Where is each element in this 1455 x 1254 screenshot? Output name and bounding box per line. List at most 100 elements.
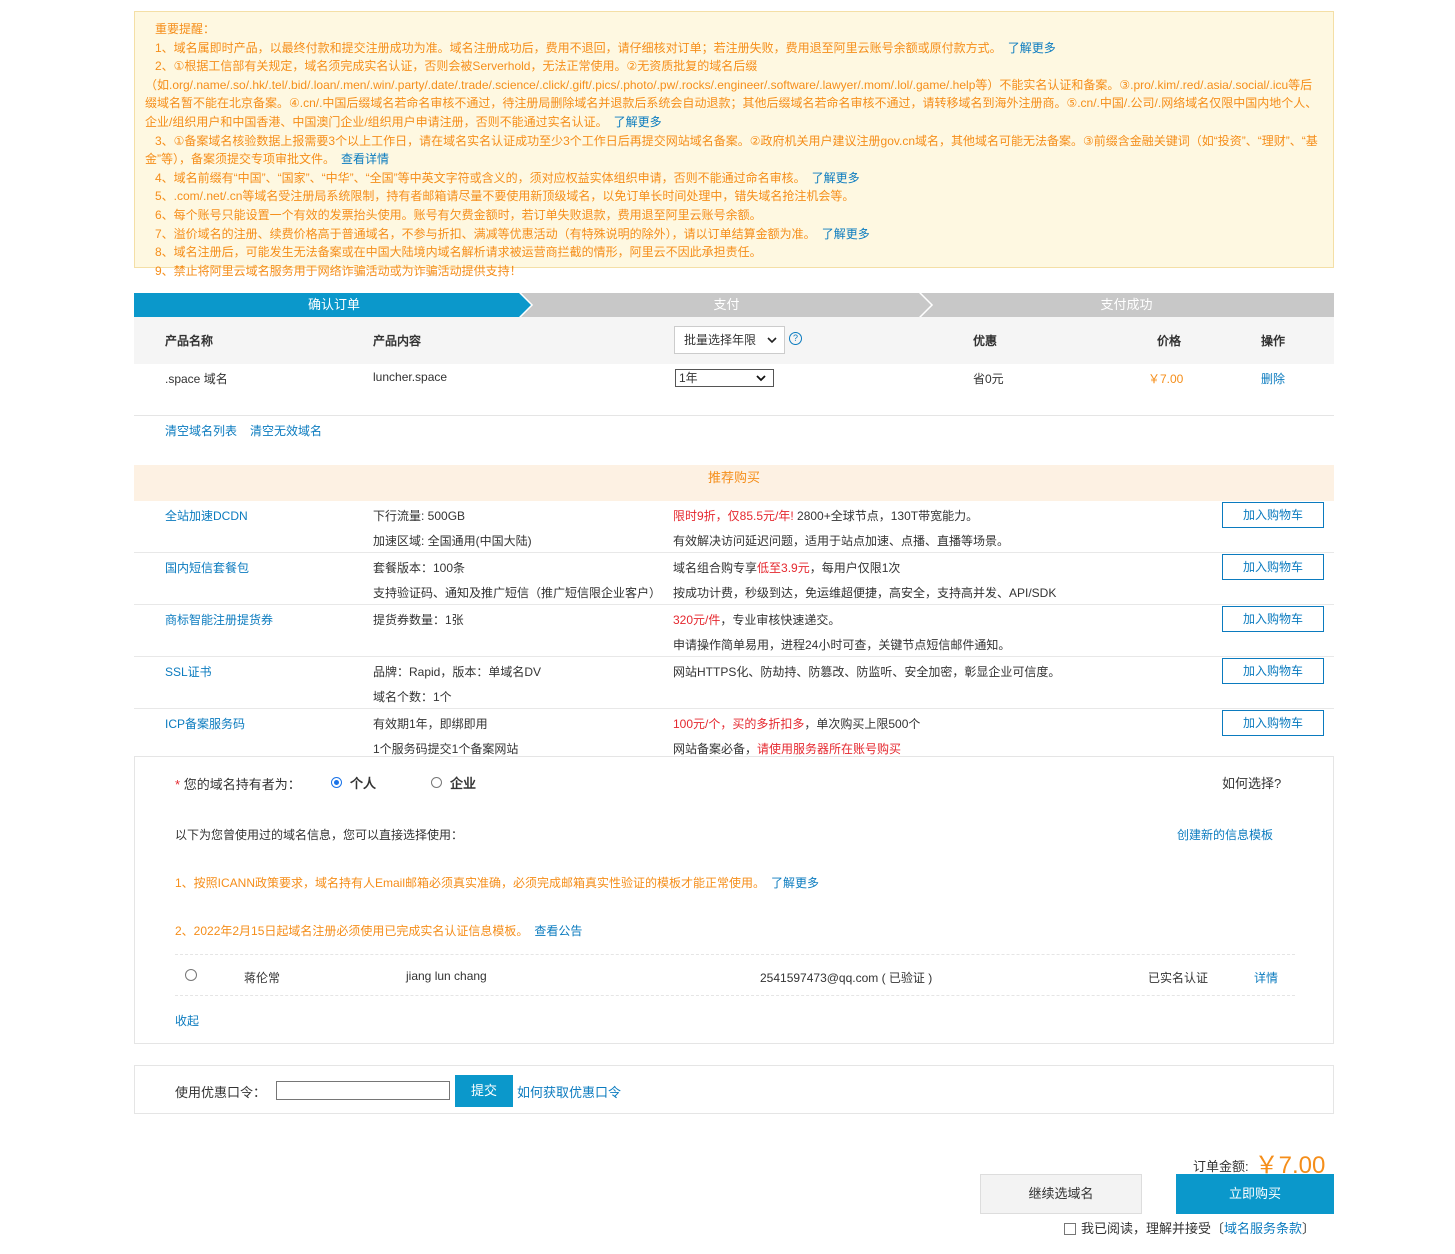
step-confirm-order: 确认订单: [134, 293, 534, 317]
view-details-link[interactable]: 查看详情: [341, 152, 389, 166]
help-icon[interactable]: ?: [789, 332, 802, 345]
notice-item: 7、溢价域名的注册、续费价格高于普通域名，不参与折扣、满减等优惠活动（有特殊说明…: [155, 226, 870, 241]
order-table: 产品名称 产品内容 批量选择年限 ? 优惠 价格 操作 .space 域名 lu…: [134, 317, 1334, 464]
recommend-desc: 按成功计费，秒级到达，免运维超便捷，高安全，支持高并发、API/SDK: [673, 586, 1057, 600]
collapse-link[interactable]: 收起: [175, 1012, 199, 1029]
recommend-title: 推荐购买: [134, 465, 1334, 501]
agree-checkbox[interactable]: [1064, 1223, 1076, 1235]
price-value: ￥7.00: [1148, 372, 1184, 386]
domain-holder-section: * 您的域名持有者为： 个人 企业 如何选择? 以下为您曾使用过的域名信息，您可…: [134, 756, 1334, 1044]
order-table-header: 产品名称 产品内容 批量选择年限 ? 优惠 价格 操作: [134, 317, 1334, 364]
notice-item: 6、每个账号只能设置一个有效的发票抬头使用。账号有欠费金额时，若订单失败退款，费…: [155, 207, 762, 222]
used-info-text: 以下为您曾使用过的域名信息，您可以直接选择使用：: [175, 828, 464, 842]
learn-more-link[interactable]: 了解更多: [771, 876, 819, 890]
header-action: 操作: [1261, 334, 1286, 348]
terms-link[interactable]: 域名服务条款: [1224, 1221, 1302, 1236]
recommend-desc: 申请操作简单易用，进程24小时可查，关键节点短信邮件通知。: [673, 638, 1011, 652]
batch-years-select[interactable]: 批量选择年限: [674, 326, 785, 354]
continue-select-button[interactable]: 继续选域名: [980, 1174, 1142, 1214]
recommend-product-name[interactable]: 国内短信套餐包: [165, 559, 249, 576]
notice-item: 5、.com/.net/.cn等域名受注册局系统限制，持有者邮箱请尽量不要使用新…: [155, 189, 855, 204]
add-to-cart-button[interactable]: 加入购物车: [1222, 554, 1324, 580]
total-label: 订单金额:: [1193, 1159, 1249, 1174]
learn-more-link[interactable]: 了解更多: [812, 171, 860, 185]
product-name: .space 域名: [165, 372, 228, 386]
header-product-name: 产品名称: [165, 334, 214, 348]
recommend-row: 国内短信套餐包 套餐版本：100条 支持验证码、通知及推广短信（推广短信限企业客…: [134, 553, 1334, 605]
template-radio[interactable]: [185, 969, 197, 981]
create-template-link[interactable]: 创建新的信息模板: [1177, 826, 1273, 843]
template-name: 蒋伦常: [244, 971, 281, 985]
recommend-desc: 320元/件，专业审核快速递交。: [673, 613, 841, 627]
clear-list-link[interactable]: 清空域名列表: [165, 422, 237, 439]
clear-invalid-link[interactable]: 清空无效域名: [250, 422, 322, 439]
coupon-label: 使用优惠口令：: [175, 1085, 267, 1100]
header-price: 价格: [1157, 334, 1182, 348]
recommend-product-name[interactable]: 商标智能注册提货券: [165, 611, 273, 628]
add-to-cart-button[interactable]: 加入购物车: [1222, 658, 1324, 684]
agreement: 我已阅读，理解并接受〔域名服务条款〕: [1064, 1218, 1315, 1237]
coupon-input[interactable]: [276, 1081, 450, 1100]
template-status: 已实名认证: [1148, 971, 1209, 985]
recommend-row: 商标智能注册提货券 提货券数量：1张 320元/件，专业审核快速递交。 申请操作…: [134, 605, 1334, 657]
add-to-cart-button[interactable]: 加入购物车: [1222, 710, 1324, 736]
recommend-product-name[interactable]: ICP备案服务码: [165, 715, 245, 732]
notice-item: 4、域名前缀有“中国”、“国家”、“中华”、“全国”等中英文字符或含义的，须对应…: [155, 170, 860, 185]
clear-actions: 清空域名列表 清空无效域名: [134, 416, 1334, 464]
recommend-desc: 网站备案必备，请使用服务器所在账号购买: [673, 742, 902, 756]
divider: [175, 995, 1295, 996]
recommend-spec: 加速区域: 全国通用(中国大陆): [373, 534, 532, 548]
product-content: luncher.space: [373, 370, 448, 384]
delete-link[interactable]: 删除: [1261, 370, 1285, 387]
notice-item: 8、域名注册后，可能发生无法备案或在中国大陆境内域名解析请求被运营商拦截的情形，…: [155, 245, 762, 260]
discount-value: 省0元: [973, 372, 1004, 386]
radio-company-label[interactable]: 企业: [450, 773, 476, 792]
years-select[interactable]: 1年: [675, 369, 774, 387]
step-pay-success: 支付成功: [919, 293, 1334, 317]
learn-more-link[interactable]: 了解更多: [1008, 41, 1056, 55]
recommend-spec: 有效期1年，即绑即用: [373, 717, 488, 731]
recommend-product-name[interactable]: SSL证书: [165, 663, 212, 680]
header-discount: 优惠: [973, 334, 998, 348]
radio-company[interactable]: [431, 777, 442, 788]
notice-item: 2、①根据工信部有关规定，域名须完成实名认证，否则会被Serverhold，无法…: [145, 59, 1318, 129]
template-email: 2541597473@qq.com ( 已验证 ): [760, 971, 933, 985]
recommend-desc: 域名组合购专享低至3.9元，每用户仅限1次: [673, 561, 901, 575]
recommend-spec: 品牌：Rapid，版本：单域名DV: [373, 665, 542, 679]
notice-item: 1、域名属即时产品，以最终付款和提交注册成功为准。域名注册成功后，费用不退回，请…: [155, 40, 1056, 55]
how-to-choose-link[interactable]: 如何选择?: [1222, 773, 1281, 792]
coupon-submit-button[interactable]: 提交: [455, 1075, 513, 1107]
recommend-spec: 套餐版本：100条: [373, 561, 466, 575]
add-to-cart-button[interactable]: 加入购物车: [1222, 606, 1324, 632]
recommend-desc: 100元/个，买的多折扣多，单次购买上限500个: [673, 717, 921, 731]
recommend-product-name[interactable]: 全站加速DCDN: [165, 507, 248, 524]
buy-now-button[interactable]: 立即购买: [1176, 1174, 1334, 1214]
header-product-content: 产品内容: [373, 334, 422, 348]
holder-label: * 您的域名持有者为：: [175, 777, 301, 792]
recommend-spec: 1个服务码提交1个备案网站: [373, 742, 519, 756]
recommend-row: 全站加速DCDN 下行流量: 500GB 加速区域: 全国通用(中国大陆) 限时…: [134, 501, 1334, 553]
notice-item: 3、①备案域名核验数据上报需要3个以上工作日，请在域名实名认证成功至少3个工作日…: [145, 133, 1318, 167]
recommend-spec: 提货券数量：1张: [373, 613, 464, 627]
view-notice-link[interactable]: 查看公告: [534, 924, 582, 938]
radio-personal[interactable]: [331, 777, 342, 788]
recommend-section: 推荐购买 全站加速DCDN 下行流量: 500GB 加速区域: 全国通用(中国大…: [134, 465, 1334, 760]
template-detail-link[interactable]: 详情: [1254, 969, 1278, 986]
add-to-cart-button[interactable]: 加入购物车: [1222, 502, 1324, 528]
recommend-desc: 限时9折，仅85.5元/年! 2800+全球节点，130T带宽能力。: [673, 509, 979, 523]
recommend-spec: 支持验证码、通知及推广短信（推广短信限企业客户）: [373, 586, 662, 600]
how-to-get-coupon-link[interactable]: 如何获取优惠口令: [517, 1082, 621, 1101]
learn-more-link[interactable]: 了解更多: [614, 115, 662, 129]
learn-more-link[interactable]: 了解更多: [822, 227, 870, 241]
realname-note: 2、2022年2月15日起域名注册必须使用已完成实名认证信息模板。 查看公告: [175, 924, 583, 938]
notice-title: 重要提醒：: [155, 22, 216, 36]
notice-item: 9、禁止将阿里云域名服务用于网络诈骗活动或为诈骗活动提供支持！: [155, 263, 522, 278]
template-pinyin: jiang lun chang: [406, 969, 487, 983]
radio-personal-label[interactable]: 个人: [350, 773, 376, 792]
divider: [175, 954, 1295, 955]
chevron-down-icon: [767, 337, 777, 344]
icann-note: 1、按照ICANN政策要求，域名持有人Email邮箱必须真实准确，必须完成邮箱真…: [175, 876, 820, 890]
coupon-section: 使用优惠口令： 提交 如何获取优惠口令: [134, 1065, 1334, 1114]
order-steps: 确认订单 支付 支付成功: [134, 293, 1334, 317]
chevron-down-icon: [756, 375, 766, 382]
